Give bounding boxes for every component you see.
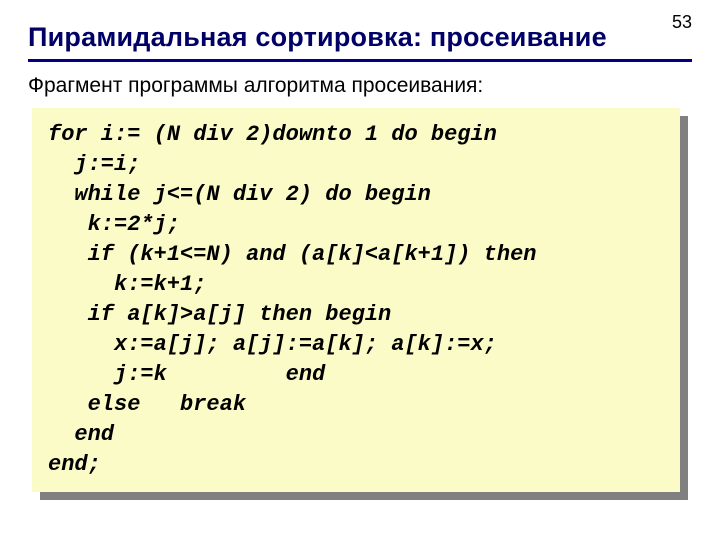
code-line: x:=a[j]; a[j]:=a[k]; a[k]:=x;	[48, 330, 664, 360]
page-number: 53	[672, 12, 692, 33]
code-line: end;	[48, 450, 664, 480]
code-line: j:=i;	[48, 150, 664, 180]
code-line: while j<=(N div 2) do begin	[48, 180, 664, 210]
code-block: for i:= (N div 2)downto 1 do begin j:=i;…	[32, 108, 680, 492]
code-line: j:=k end	[48, 360, 664, 390]
code-line: k:=2*j;	[48, 210, 664, 240]
code-line: end	[48, 420, 664, 450]
code-line: else break	[48, 390, 664, 420]
slide-title: Пирамидальная сортировка: просеивание	[28, 22, 692, 53]
code-line: for i:= (N div 2)downto 1 do begin	[48, 120, 664, 150]
code-line: k:=k+1;	[48, 270, 664, 300]
code-line: if (k+1<=N) and (a[k]<a[k+1]) then	[48, 240, 664, 270]
code-line: if a[k]>a[j] then begin	[48, 300, 664, 330]
title-underline	[28, 59, 692, 62]
slide-subtitle: Фрагмент программы алгоритма просеивания…	[28, 74, 692, 98]
code-box: for i:= (N div 2)downto 1 do begin j:=i;…	[32, 108, 680, 492]
slide: 53 Пирамидальная сортировка: просеивание…	[0, 0, 720, 540]
